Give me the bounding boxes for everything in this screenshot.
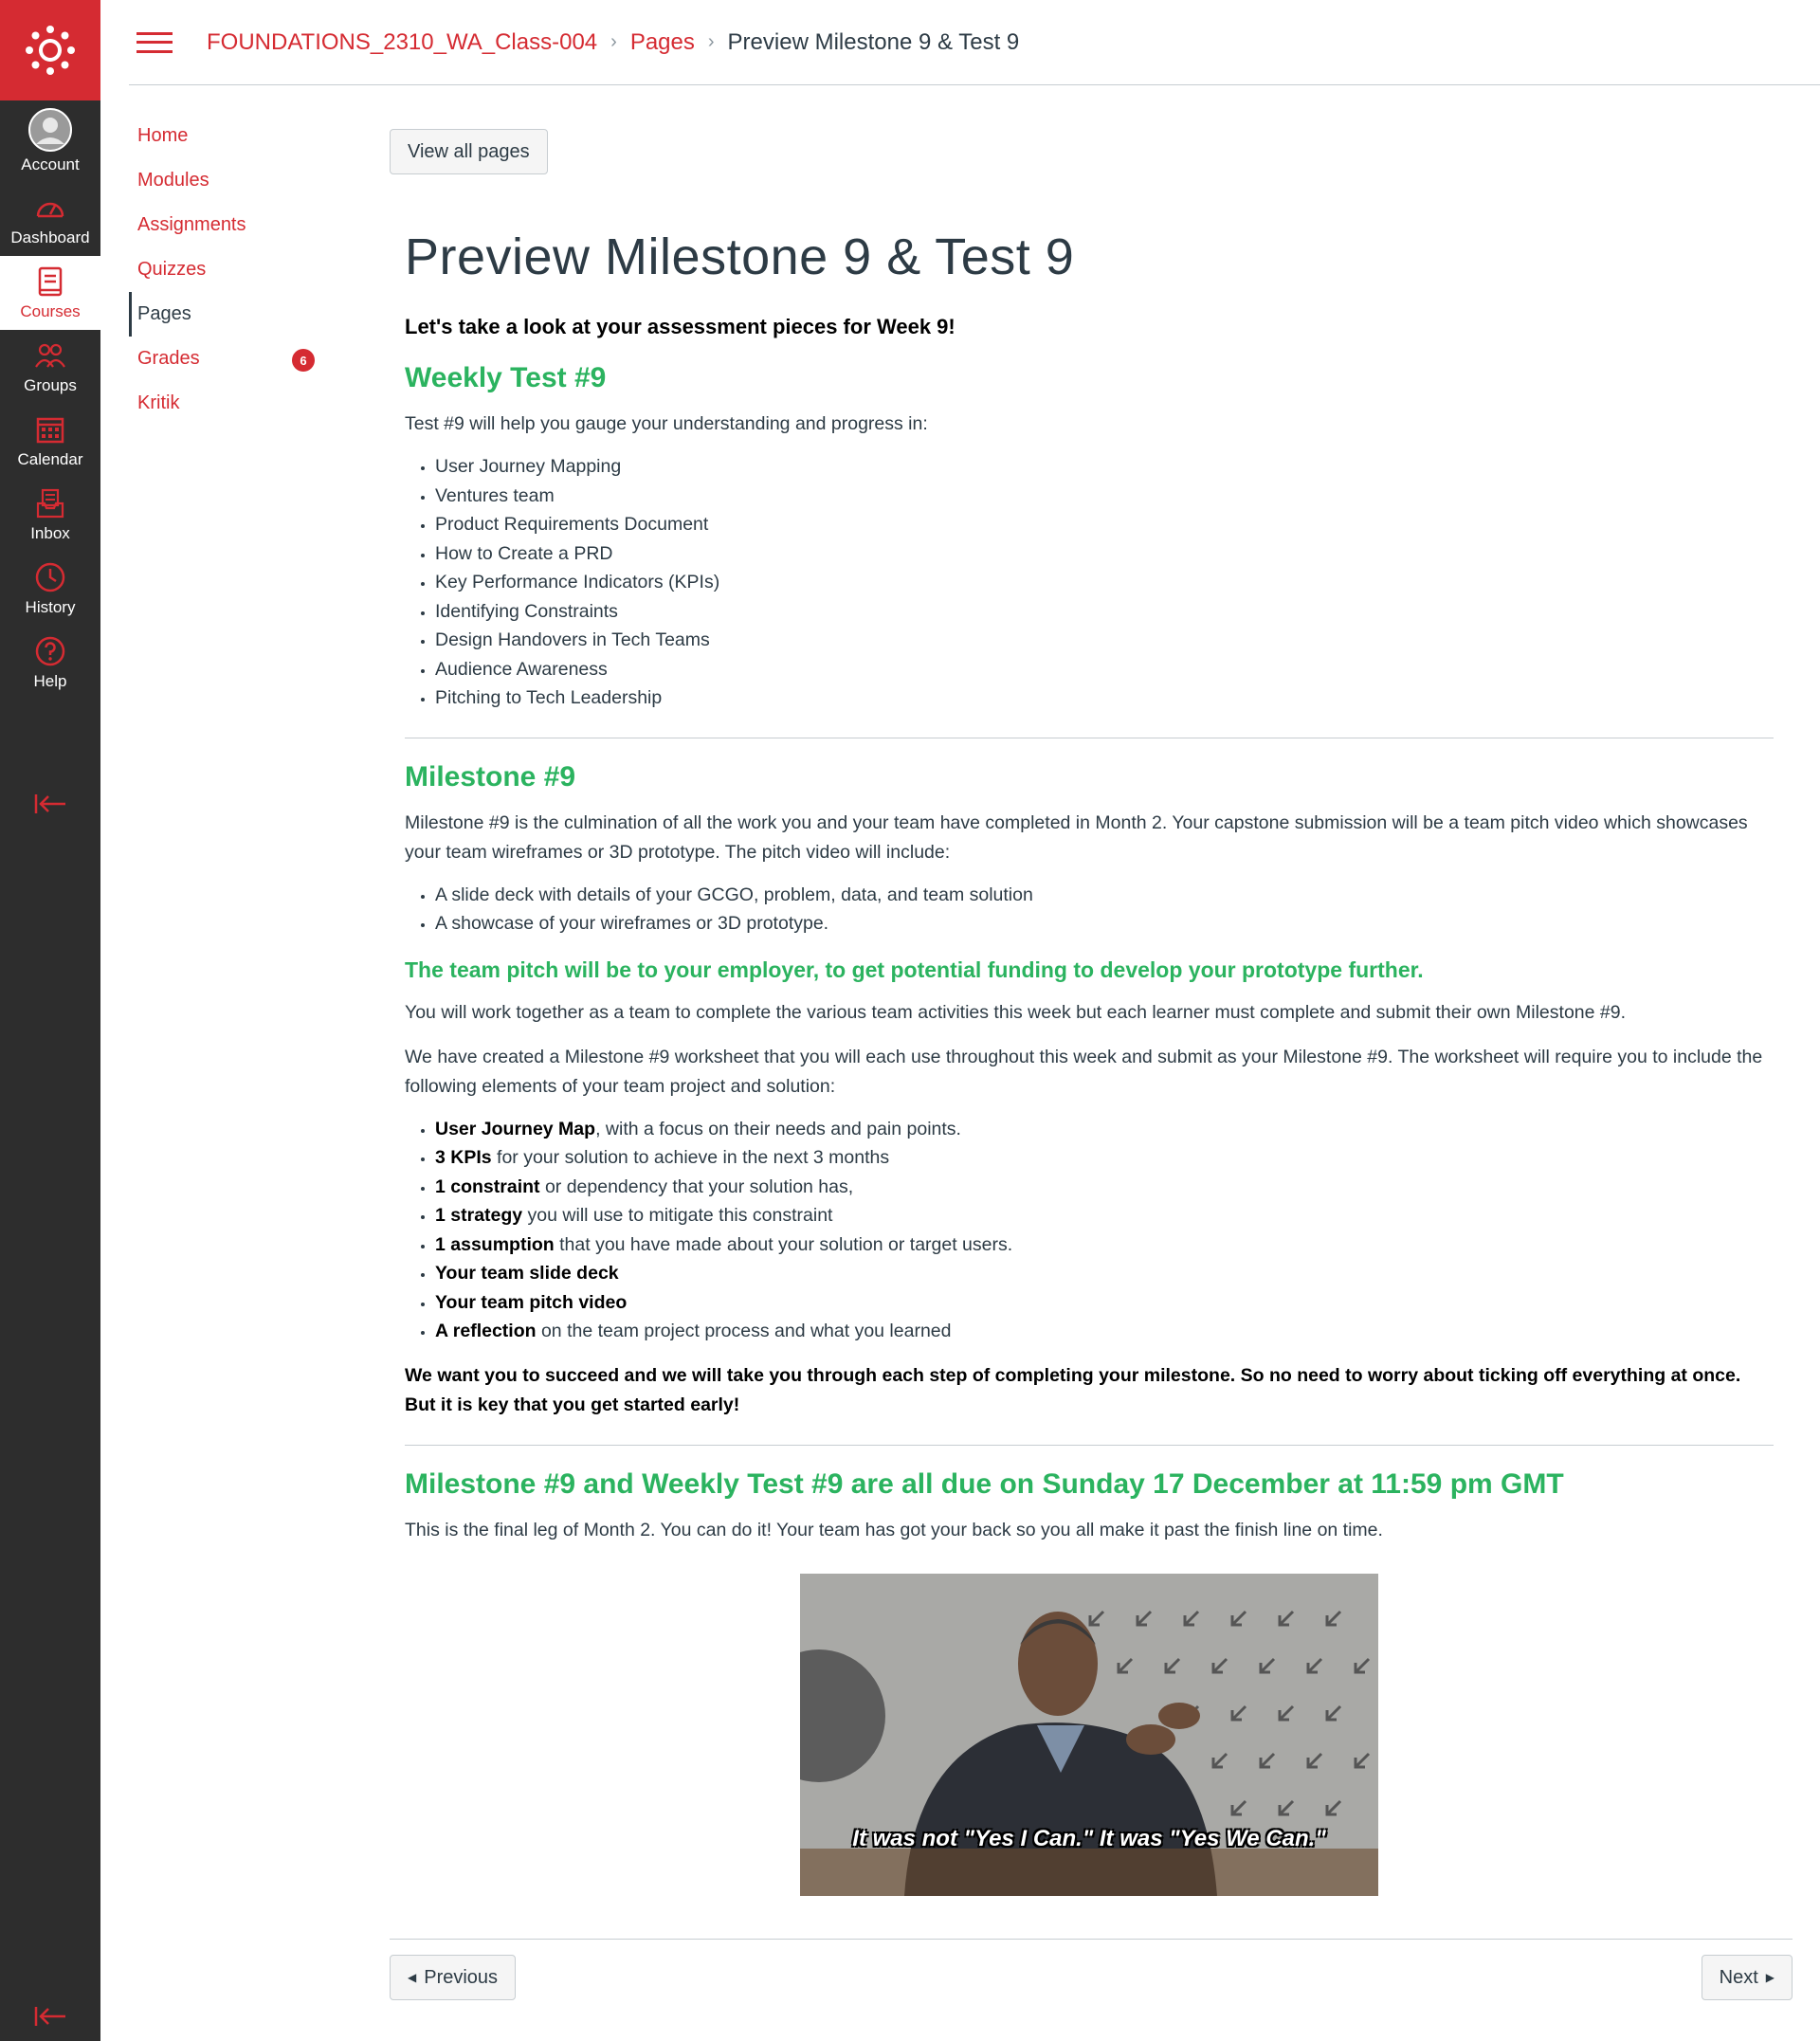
list-item: Design Handovers in Tech Teams [435,626,1774,655]
milestone-description: Milestone #9 is the culmination of all t… [405,811,1748,863]
collapse-arrow-icon [34,794,65,813]
global-nav-help[interactable]: Help [0,626,100,700]
grades-count-badge: 6 [292,349,315,372]
help-icon [33,634,67,668]
list-item: User Journey Map, with a focus on their … [435,1115,1774,1144]
chevron-right-icon: › [610,31,617,52]
list-item: Product Requirements Document [435,510,1774,539]
weekly-test-topics: User Journey Mapping Ventures team Produ… [405,452,1774,713]
avatar-icon [28,108,72,152]
collapse-nav-button[interactable] [0,793,100,815]
global-nav-calendar[interactable]: Calendar [0,404,100,478]
collapse-nav-button-bottom[interactable] [0,2005,100,2028]
pitch-video-items: A slide deck with details of your GCGO, … [405,881,1774,938]
canvas-logo[interactable] [0,0,100,100]
list-item: 1 strategy you will use to mitigate this… [435,1201,1774,1230]
previous-button-label: Previous [424,1966,499,1988]
view-all-pages-button[interactable]: View all pages [390,129,548,174]
list-item: 1 assumption that you have made about yo… [435,1230,1774,1260]
list-item: How to Create a PRD [435,539,1774,569]
global-nav-inbox[interactable]: Inbox [0,478,100,552]
divider [405,1444,1774,1446]
list-item: 1 constraint or dependency that your sol… [435,1173,1774,1202]
courses-icon [33,264,67,299]
worksheet-elements: User Journey Map, with a focus on their … [405,1115,1774,1346]
dashboard-icon [33,191,67,225]
page-header: FOUNDATIONS_2310_WA_Class-004 › Pages › … [129,0,1820,85]
global-nav-account[interactable]: Account [0,100,100,182]
global-nav-label: Inbox [30,524,70,542]
previous-button[interactable]: ◀ Previous [390,1955,517,2000]
course-nav: Home Modules Assignments Quizzes Pages G… [129,114,337,426]
chevron-right-icon: › [707,31,715,52]
collapse-arrow-icon [34,2007,65,2026]
list-item: A slide deck with details of your GCGO, … [435,881,1774,910]
global-nav-label: Courses [20,302,81,320]
course-nav-home[interactable]: Home [129,114,337,158]
weekly-test-heading: Weekly Test #9 [405,362,607,393]
milestone-heading: Milestone #9 [405,760,576,793]
wiki-page-body: Preview Milestone 9 & Test 9 Let's take … [405,228,1774,1896]
breadcrumb-current: Preview Milestone 9 & Test 9 [727,28,1020,55]
list-item: A showcase of your wireframes or 3D prot… [435,909,1774,938]
course-nav-grades[interactable]: Grades 6 [129,337,337,381]
inbox-icon [33,486,67,520]
page-content: View all pages Preview Milestone 9 & Tes… [390,129,1793,1896]
course-nav-kritik[interactable]: Kritik [129,381,337,426]
list-item: Your team slide deck [435,1259,1774,1288]
global-nav-label: Account [21,155,80,173]
canvas-logo-icon [26,26,75,75]
list-item: Pitching to Tech Leadership [435,683,1774,713]
milestone-paragraph: We have created a Milestone #9 worksheet… [405,1046,1763,1097]
next-button[interactable]: Next ▶ [1701,1955,1793,2000]
list-item: Key Performance Indicators (KPIs) [435,568,1774,597]
global-nav-label: History [25,598,76,616]
breadcrumb-pages-link[interactable]: Pages [630,29,695,56]
encouragement-text: We want you to succeed and we will take … [405,1364,1741,1415]
list-item: 3 KPIs for your solution to achieve in t… [435,1143,1774,1173]
global-nav: Account Dashboard Courses Groups Calenda… [0,0,100,2041]
global-nav-label: Help [33,672,67,690]
milestone-subheading: The team pitch will be to your employer,… [405,957,1424,982]
course-nav-pages[interactable]: Pages [129,292,337,337]
global-nav-courses[interactable]: Courses [0,256,100,330]
course-nav-quizzes[interactable]: Quizzes [129,247,337,292]
page-title: Preview Milestone 9 & Test 9 [405,228,1075,285]
history-icon [33,560,67,594]
global-nav-groups[interactable]: Groups [0,330,100,404]
global-nav-label: Calendar [17,450,83,468]
global-nav-dashboard[interactable]: Dashboard [0,182,100,256]
list-item: A reflection on the team project process… [435,1317,1774,1346]
caret-left-icon: ◀ [408,1971,417,1984]
course-menu-toggle-icon[interactable] [136,28,173,57]
list-item: Your team pitch video [435,1288,1774,1318]
page-footer-nav: ◀ Previous Next ▶ [390,1939,1793,2014]
groups-icon [33,338,67,373]
breadcrumb-course-link[interactable]: FOUNDATIONS_2310_WA_Class-004 [207,29,597,56]
global-nav-label: Groups [24,376,77,394]
calendar-icon [33,412,67,446]
next-button-label: Next [1719,1966,1758,1988]
weekly-test-lead: Test #9 will help you gauge your underst… [405,413,928,434]
list-item: User Journey Mapping [435,452,1774,482]
caret-right-icon: ▶ [1765,1971,1774,1984]
global-nav-label: Dashboard [10,228,90,246]
breadcrumb: FOUNDATIONS_2310_WA_Class-004 › Pages › … [207,29,1019,56]
list-item: Ventures team [435,482,1774,511]
course-nav-assignments[interactable]: Assignments [129,203,337,247]
milestone-paragraph: You will work together as a team to comp… [405,1001,1626,1023]
global-nav-history[interactable]: History [0,552,100,626]
page-intro: Let's take a look at your assessment pie… [405,315,956,338]
gif-caption: It was not "Yes I Can." It was "Yes We C… [852,1825,1326,1851]
list-item: Audience Awareness [435,655,1774,684]
due-date-heading: Milestone #9 and Weekly Test #9 are all … [405,1467,1564,1500]
due-date-text: This is the final leg of Month 2. You ca… [405,1519,1383,1540]
course-nav-modules[interactable]: Modules [129,158,337,203]
list-item: Identifying Constraints [435,597,1774,627]
course-nav-label: Grades [137,348,200,369]
motivation-gif: It was not "Yes I Can." It was "Yes We C… [800,1573,1378,1896]
